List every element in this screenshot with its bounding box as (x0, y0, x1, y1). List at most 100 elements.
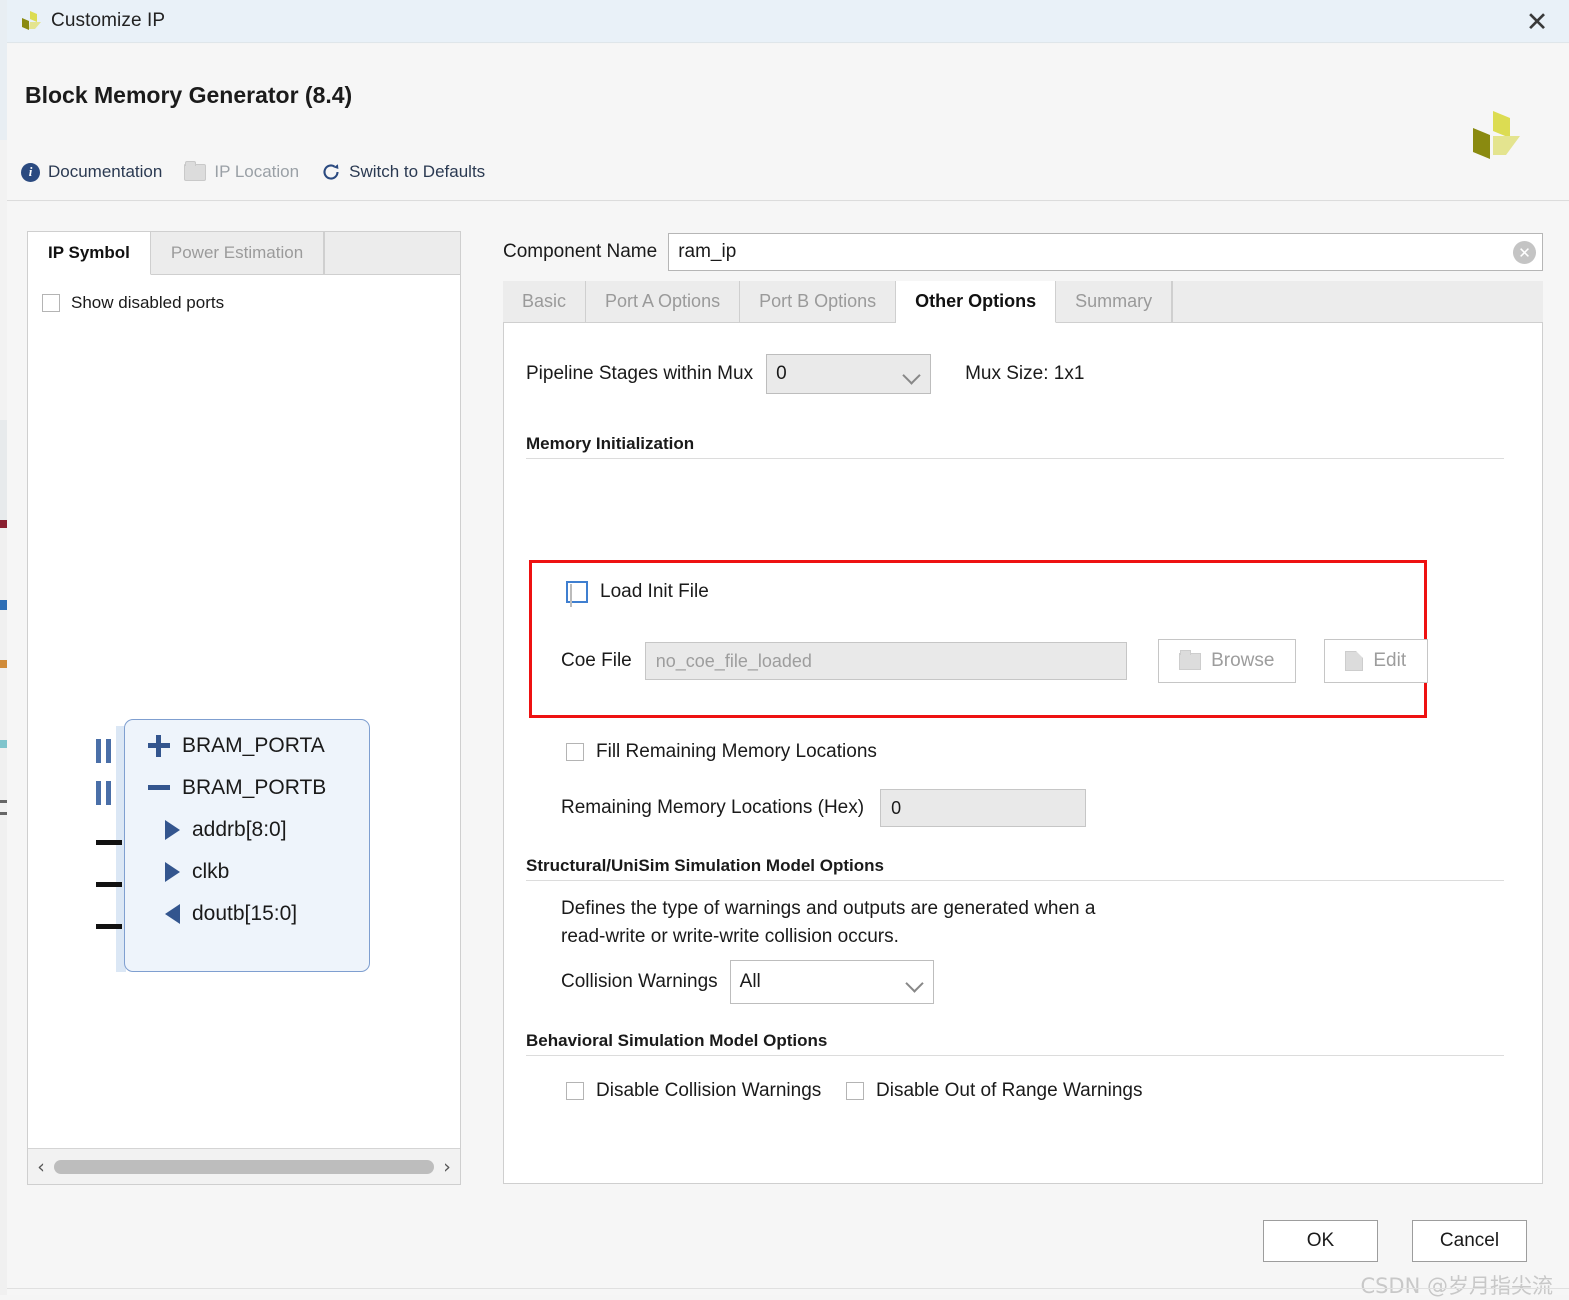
left-panel-tabstrip: IP Symbol Power Estimation (28, 232, 460, 275)
memory-initialization-section: Memory Initialization (526, 434, 1504, 459)
bus-stub-portb (94, 781, 116, 805)
scrollbar-thumb[interactable] (54, 1159, 434, 1174)
structural-simulation-heading: Structural/UniSim Simulation Model Optio… (526, 856, 884, 875)
pin-stub-clkb (96, 882, 122, 887)
component-name-row: Component Name ✕ (503, 231, 1543, 273)
ip-symbol-canvas: BRAM_PORTA BRAM_PORTB addrb[8:0] clkb do… (28, 322, 460, 1102)
coe-file-input[interactable]: no_coe_file_loaded (644, 642, 1127, 680)
symbol-horizontal-scrollbar[interactable]: ‹ › (28, 1148, 460, 1184)
output-arrow-icon (165, 904, 180, 924)
tab-ip-symbol[interactable]: IP Symbol (28, 232, 151, 275)
scrollbar-track[interactable] (54, 1149, 434, 1185)
fill-remaining-memory-label: Fill Remaining Memory Locations (596, 741, 877, 762)
documentation-link[interactable]: i Documentation (21, 162, 162, 182)
symbol-port-clkb: clkb (161, 860, 229, 884)
remaining-memory-locations-input[interactable]: 0 (880, 789, 1087, 827)
ip-symbol-panel: IP Symbol Power Estimation Show disabled… (27, 231, 461, 1185)
remaining-memory-locations-label: Remaining Memory Locations (Hex) (561, 797, 865, 818)
folder-icon (1179, 649, 1202, 670)
tab-power-estimation-label: Power Estimation (170, 243, 304, 262)
refresh-icon (321, 162, 341, 182)
behavioral-simulation-heading: Behavioral Simulation Model Options (526, 1031, 828, 1050)
structural-simulation-rule (526, 880, 1504, 881)
tab-summary[interactable]: Summary (1056, 281, 1173, 322)
disable-collision-warnings-checkbox[interactable] (566, 1082, 584, 1100)
tab-port-a-options-label: Port A Options (605, 291, 721, 311)
mux-size-label: Mux Size: 1x1 (965, 363, 1085, 384)
symbol-port-clkb-label: clkb (192, 860, 230, 883)
close-icon[interactable]: ✕ (1521, 6, 1553, 38)
page-icon (1345, 651, 1364, 671)
scroll-left-arrow-icon[interactable]: ‹ (28, 1149, 54, 1184)
symbol-port-doutb-label: doutb[15:0] (192, 902, 298, 925)
tab-port-b-options[interactable]: Port B Options (740, 281, 897, 322)
show-disabled-ports-checkbox[interactable] (42, 294, 60, 312)
fill-remaining-memory-checkbox[interactable] (566, 743, 584, 761)
title-bar: Customize IP ✕ (7, 0, 1569, 43)
header-toolbar: i Documentation IP Location Switch to De… (21, 160, 485, 182)
pipeline-stages-select[interactable]: 0 (766, 354, 932, 394)
component-name-label: Component Name (503, 241, 658, 262)
collision-warnings-value: All (739, 971, 761, 992)
edit-button[interactable]: Edit (1323, 639, 1428, 683)
behavioral-simulation-section: Behavioral Simulation Model Options (526, 1031, 1504, 1056)
page-title: Block Memory Generator (8.4) (25, 82, 353, 108)
symbol-port-bram-portb[interactable]: BRAM_PORTB (148, 776, 326, 800)
memory-initialization-heading: Memory Initialization (526, 434, 695, 453)
ok-button[interactable]: OK (1263, 1220, 1378, 1262)
symbol-port-bram-porta[interactable]: BRAM_PORTA (148, 734, 325, 758)
switch-to-defaults-link[interactable]: Switch to Defaults (321, 162, 485, 182)
symbol-port-bram-portb-label: BRAM_PORTB (182, 776, 327, 799)
tab-port-a-options[interactable]: Port A Options (586, 281, 741, 322)
other-options-panel: Pipeline Stages within Mux 0 Mux Size: 1… (503, 323, 1543, 1184)
clear-circle-icon[interactable]: ✕ (1513, 241, 1536, 264)
options-tabstrip: Basic Port A Options Port B Options Othe… (503, 281, 1543, 323)
scroll-right-arrow-icon[interactable]: › (434, 1149, 460, 1184)
collision-description: Defines the type of warnings and outputs… (561, 895, 1181, 950)
load-init-file-row[interactable]: Load Init File (566, 581, 709, 607)
options-panel: Component Name ✕ Basic Port A Options Po… (503, 231, 1543, 1185)
load-init-file-checkbox[interactable] (566, 581, 588, 607)
disable-collision-warnings-label: Disable Collision Warnings (596, 1080, 822, 1101)
dialog-content: IP Symbol Power Estimation Show disabled… (7, 202, 1569, 1192)
pipeline-stages-label: Pipeline Stages within Mux (526, 363, 754, 384)
memory-initialization-rule (526, 458, 1504, 459)
window-title: Customize IP (51, 10, 166, 31)
load-init-file-label: Load Init File (600, 581, 709, 602)
ip-location-link[interactable]: IP Location (184, 160, 299, 182)
fill-remaining-memory-row[interactable]: Fill Remaining Memory Locations (566, 741, 877, 763)
tab-port-b-options-label: Port B Options (759, 291, 877, 311)
disable-out-of-range-warnings-label: Disable Out of Range Warnings (876, 1080, 1143, 1101)
documentation-label: Documentation (48, 162, 163, 181)
tab-basic[interactable]: Basic (503, 281, 587, 322)
chevron-down-icon (904, 974, 924, 993)
tab-ip-symbol-label: IP Symbol (48, 243, 130, 262)
tab-power-estimation[interactable]: Power Estimation (151, 232, 325, 274)
input-arrow-icon (165, 862, 180, 882)
cancel-button[interactable]: Cancel (1412, 1220, 1527, 1262)
collision-warnings-label: Collision Warnings (561, 971, 718, 992)
tabstrip-filler (1172, 281, 1543, 322)
disable-collision-warnings-row[interactable]: Disable Collision Warnings (566, 1080, 821, 1102)
collision-description-line2: read-write or write-write collision occu… (561, 925, 899, 947)
expand-plus-icon[interactable] (148, 735, 170, 757)
component-name-input[interactable] (668, 233, 1543, 271)
structural-simulation-section: Structural/UniSim Simulation Model Optio… (526, 856, 1504, 881)
tab-basic-label: Basic (522, 291, 567, 311)
disable-out-of-range-warnings-checkbox[interactable] (846, 1082, 864, 1100)
footer-divider (7, 1288, 1569, 1289)
tab-other-options[interactable]: Other Options (896, 281, 1057, 323)
show-disabled-ports-row[interactable]: Show disabled ports (42, 293, 460, 313)
browse-button[interactable]: Browse (1157, 639, 1296, 683)
pipeline-stages-value: 0 (776, 363, 787, 384)
dialog-header: Block Memory Generator (8.4) i Documenta… (7, 44, 1569, 201)
switch-to-defaults-label: Switch to Defaults (349, 162, 486, 181)
collapse-minus-icon[interactable] (148, 777, 170, 799)
collision-description-line1: Defines the type of warnings and outputs… (561, 898, 1096, 919)
collision-warnings-select[interactable]: All (729, 960, 934, 1004)
behavioral-simulation-rule (526, 1055, 1504, 1056)
options-tabs: Basic Port A Options Port B Options Othe… (503, 281, 1543, 1185)
tab-other-options-label: Other Options (915, 291, 1037, 311)
footer-buttons: OK Cancel (1263, 1220, 1527, 1262)
disable-out-of-range-warnings-row[interactable]: Disable Out of Range Warnings (846, 1080, 1142, 1102)
